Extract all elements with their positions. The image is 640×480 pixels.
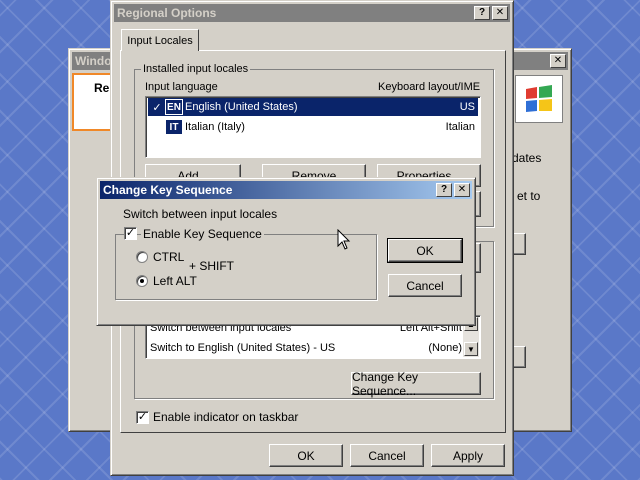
flag-icon: IT [166, 120, 182, 134]
regional-options-titlebar: Regional Options ? ✕ [114, 4, 510, 22]
enable-key-sequence-label: Enable Key Sequence [141, 227, 264, 241]
flag-icon: EN [165, 99, 183, 115]
left-alt-radio-label: Left ALT [153, 274, 197, 288]
dialog-cancel-button[interactable]: Cancel [388, 274, 462, 297]
scroll-down-icon[interactable]: ▼ [464, 342, 478, 356]
locale-row-english[interactable]: ✓ EN English (United States) US [148, 98, 478, 116]
dialog-title: Change Key Sequence [103, 183, 233, 197]
dialog-ok-label: OK [416, 243, 434, 258]
dialog-prompt: Switch between input locales [123, 207, 278, 221]
locale-language: Italian (Italy) [185, 121, 245, 133]
locale-layout: US [459, 101, 475, 113]
keyboard-layout-header: Keyboard layout/IME [378, 81, 481, 93]
cancel-button[interactable]: Cancel [350, 444, 424, 467]
hotkey-key: (None) [428, 342, 462, 354]
regional-options-title: Regional Options [117, 6, 217, 20]
background-text-dates: dates [512, 151, 542, 165]
help-button[interactable]: ? [474, 6, 490, 20]
ctrl-radio-label: CTRL [153, 250, 185, 264]
dialog-ok-button[interactable]: OK [387, 238, 463, 263]
locale-row-italian[interactable]: IT Italian (Italy) Italian [148, 118, 478, 136]
close-button[interactable]: ✕ [492, 6, 508, 20]
mouse-cursor-icon [337, 228, 351, 251]
background-label-partial: Re [94, 81, 110, 95]
windows-logo-icon [515, 75, 563, 123]
change-key-sequence-button[interactable]: Change Key Sequence... [351, 369, 481, 398]
enable-indicator-label: Enable indicator on taskbar [153, 410, 299, 424]
cancel-button-label: Cancel [368, 448, 406, 463]
tab-input-locales-label: Input Locales [127, 34, 193, 47]
locale-language: English (United States) [185, 101, 298, 113]
input-language-header: Input language [145, 81, 218, 93]
enable-key-sequence-checkbox[interactable]: ✓ [124, 227, 137, 240]
locale-layout: Italian [445, 121, 475, 133]
apply-button[interactable]: Apply [431, 444, 505, 467]
background-close-button[interactable]: ✕ [550, 54, 566, 68]
dialog-help-button[interactable]: ? [436, 183, 452, 197]
ctrl-radio[interactable] [136, 251, 148, 263]
tab-input-locales[interactable]: Input Locales [121, 29, 199, 51]
left-alt-radio[interactable] [136, 275, 148, 287]
hotkey-action: Switch to English (United States) - US [150, 342, 336, 354]
hotkey-row-switch-english[interactable]: Switch to English (United States) - US (… [148, 339, 462, 357]
enable-indicator-checkbox[interactable]: ✓ [136, 411, 149, 424]
plus-shift-label: + SHIFT [189, 259, 235, 273]
dialog-titlebar: Change Key Sequence ? ✕ [100, 181, 472, 199]
installed-locales-group-label: Installed input locales [141, 63, 251, 75]
locales-list[interactable]: ✓ EN English (United States) US IT Itali… [145, 96, 481, 158]
change-key-sequence-dialog: Change Key Sequence ? ✕ Switch between i… [96, 177, 476, 326]
apply-button-label: Apply [452, 448, 484, 463]
ok-button[interactable]: OK [269, 444, 343, 467]
dialog-cancel-label: Cancel [406, 278, 444, 293]
ok-button-label: OK [297, 448, 315, 463]
change-key-sequence-label: Change Key Sequence... [352, 369, 419, 398]
dialog-close-button[interactable]: ✕ [454, 183, 470, 197]
checkmark-icon: ✓ [152, 101, 162, 114]
background-text-set-to: et to [517, 189, 541, 203]
